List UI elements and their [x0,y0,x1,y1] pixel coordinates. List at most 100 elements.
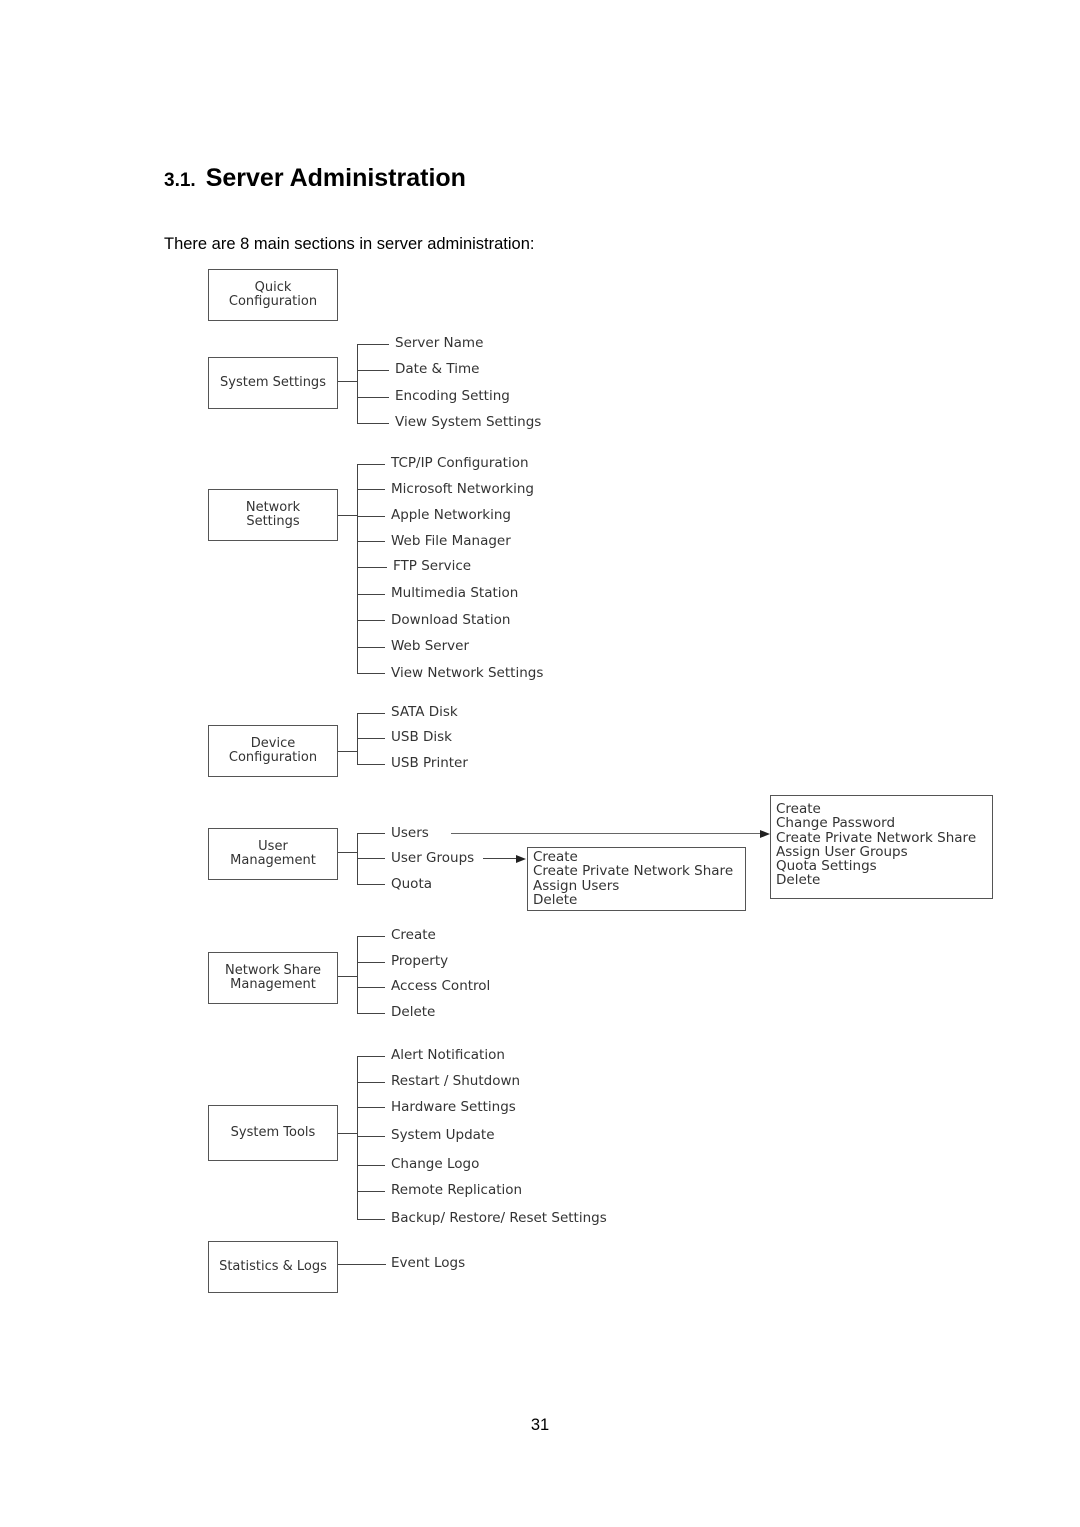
action-item: Assign User Groups [776,843,908,860]
item-encoding-setting: Encoding Setting [395,388,510,404]
action-item: Create [776,801,821,817]
user-groups-actions-box: Create Create Private Network Share Assi… [527,847,746,911]
connector [357,1013,385,1014]
connector [357,1082,385,1083]
action-item: Create [533,849,578,865]
item-date-time: Date & Time [395,361,480,377]
box-label-line: Management [230,977,316,992]
arrow-right-icon [516,855,526,863]
box-label-line: Network Share [225,963,321,978]
bracket-line [357,464,358,674]
item-ftp-service: FTP Service [393,558,472,574]
item-view-system-settings: View System Settings [395,414,542,430]
item-download-station: Download Station [391,612,511,628]
item-user-groups: User Groups [391,850,475,866]
item-change-logo: Change Logo [391,1156,480,1172]
connector [357,1191,385,1192]
connector [338,852,358,853]
connector [357,673,385,674]
connector [357,936,385,937]
connector [357,647,385,648]
connector [357,620,385,621]
section-box-statistics-logs: Statistics & Logs [208,1241,338,1293]
action-item: Change Password [776,815,896,832]
connector [357,713,385,714]
connector [357,858,385,859]
connector [357,344,389,345]
connector [357,1056,385,1057]
connector [338,976,358,977]
item-server-name: Server Name [395,335,484,351]
item-share-delete: Delete [391,1004,436,1020]
arrow-right-icon [760,830,770,838]
connector [357,397,389,398]
connector [357,1219,385,1220]
item-share-create: Create [391,927,436,943]
bracket-line [357,1056,358,1220]
action-item: Assign Users [533,877,620,894]
item-usb-disk: USB Disk [391,729,453,745]
action-item: Delete [533,891,578,908]
connector [357,833,385,834]
arrow-users-line [451,833,761,834]
box-label-line: User [258,839,288,854]
item-alert-notification: Alert Notification [391,1047,505,1063]
section-box-network-settings: Network Settings [208,489,338,541]
item-apple-networking: Apple Networking [391,507,511,523]
item-system-update: System Update [391,1127,495,1143]
connector [357,1107,385,1108]
box-label-line: Settings [246,514,300,529]
item-share-access-control: Access Control [391,978,491,994]
connector [357,423,389,424]
connector [357,884,385,885]
section-box-system-settings: System Settings [208,357,338,409]
section-box-quick-configuration: Quick Configuration [208,269,338,321]
action-item: Quota Settings [776,858,877,875]
item-restart-shutdown: Restart / Shutdown [391,1073,521,1089]
connector [357,764,385,765]
connector [338,1133,358,1134]
section-box-system-tools: System Tools [208,1105,338,1161]
box-label-line: System Tools [230,1125,316,1140]
item-backup-restore-reset: Backup/ Restore/ Reset Settings [391,1210,607,1226]
item-quota: Quota [391,876,433,892]
connector [357,738,385,739]
box-label-line: System Settings [220,375,326,390]
connector [338,515,358,516]
connector [357,1136,385,1137]
item-multimedia-station: Multimedia Station [391,585,519,601]
box-label-line: Management [230,853,316,868]
item-web-server: Web Server [391,638,469,654]
box-label-line: Quick [254,280,292,295]
connector [357,594,385,595]
item-hardware-settings: Hardware Settings [391,1099,516,1115]
connector [357,962,385,963]
page-number: 31 [530,1416,550,1434]
item-remote-replication: Remote Replication [391,1182,523,1198]
section-box-device-configuration: Device Configuration [208,725,338,777]
connector [357,489,385,490]
item-usb-printer: USB Printer [391,755,468,771]
item-users: Users [391,825,429,841]
connector [338,1264,386,1265]
item-view-network-settings: View Network Settings [391,665,544,681]
connector [357,1165,385,1166]
box-label-line: Network [245,500,301,515]
item-event-logs: Event Logs [391,1255,466,1271]
users-actions-box: Create Change Password Create Private Ne… [770,795,993,899]
box-label-line: Device [250,736,296,751]
connector [357,370,389,371]
bracket-line [357,936,358,1013]
connector [357,567,387,568]
arrow-user-groups-line [483,858,517,859]
box-label-line: Configuration [228,750,318,765]
action-item: Delete [776,872,821,889]
box-label-line: Statistics & Logs [219,1259,327,1274]
connector [338,381,358,382]
connector [357,987,385,988]
item-share-property: Property [391,953,449,969]
admin-sections-diagram: Quick Configuration System Settings Serve… [0,0,1080,1527]
connector [357,541,385,542]
section-box-network-share-management: Network Share Management [208,952,338,1004]
action-item: Create Private Network Share [533,863,734,880]
